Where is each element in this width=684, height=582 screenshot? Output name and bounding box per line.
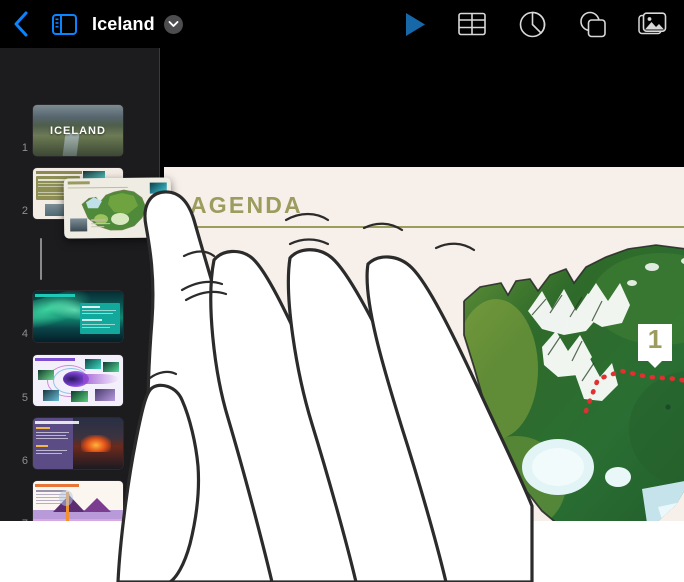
thumbnail-image	[33, 355, 123, 406]
map-marker-1[interactable]: 1	[638, 324, 672, 368]
slide-drop-indicator	[40, 238, 42, 280]
thumbnail-title: ICELAND	[50, 124, 106, 137]
current-slide[interactable]: AGENDA 1	[164, 167, 684, 521]
chevron-left-icon	[14, 11, 28, 37]
slide-number: 2	[21, 205, 28, 217]
document-title[interactable]: Iceland	[92, 0, 155, 48]
navigator-slide-5[interactable]: 5	[0, 355, 160, 418]
slide-thumbnail[interactable]	[33, 355, 123, 406]
thumbnail-image: ICELAND	[33, 105, 123, 156]
slide-title-rule	[191, 226, 684, 228]
chart-button[interactable]	[502, 0, 562, 48]
slide-thumbnail[interactable]	[33, 481, 123, 521]
navigator-slide-1[interactable]: 1 ICELAND	[0, 105, 160, 168]
table-grid-icon	[458, 12, 486, 36]
pie-chart-icon	[519, 11, 545, 37]
play-triangle-icon	[405, 12, 425, 36]
play-button[interactable]	[388, 0, 442, 48]
thumbnail-image	[33, 291, 123, 342]
marker-label: 1	[647, 324, 663, 354]
slide-number: 6	[21, 455, 28, 467]
keynote-app-window: Iceland 1 ICELAND 2 4 5 6 AGENDA 1	[0, 0, 684, 521]
back-button[interactable]	[0, 0, 42, 48]
table-button[interactable]	[442, 0, 502, 48]
media-photos-icon	[638, 12, 667, 35]
slide-number: 5	[21, 392, 28, 404]
shapes-icon	[580, 11, 606, 37]
slide-thumbnail[interactable]: ICELAND	[33, 105, 123, 156]
top-toolbar: Iceland	[0, 0, 684, 48]
thumbnail-image	[33, 418, 123, 469]
thumbnail-image	[33, 481, 123, 521]
chevron-down-icon	[168, 21, 179, 27]
toolbar-right-group	[388, 0, 684, 48]
navigator-slide-4[interactable]: 4	[0, 291, 160, 354]
screenshot-root: Iceland 1 ICELAND 2 4 5 6 AGENDA 1	[0, 0, 684, 582]
slide-number: 4	[21, 328, 28, 340]
slide-canvas[interactable]: AGENDA 1	[160, 48, 684, 521]
slide-thumbnail[interactable]	[33, 418, 123, 469]
sidebar-toggle-button[interactable]	[42, 0, 86, 48]
navigator-slide-7[interactable]: 7	[0, 481, 160, 521]
media-button[interactable]	[622, 0, 684, 48]
slide-thumbnail[interactable]	[33, 291, 123, 342]
dragged-slide-thumbnail[interactable]	[63, 177, 172, 239]
toolbar-left-group: Iceland	[0, 0, 183, 48]
slide-navigator[interactable]: 1 ICELAND 2 4 5 6	[0, 48, 160, 521]
slide-number: 1	[21, 142, 28, 154]
iceland-satellite-map: 1 3	[446, 239, 684, 521]
document-options-button[interactable]	[163, 14, 183, 34]
shape-button[interactable]	[562, 0, 622, 48]
slide-title: AGENDA	[190, 192, 303, 218]
navigator-slide-6[interactable]: 6	[0, 418, 160, 481]
sidebar-panel-icon	[51, 13, 77, 35]
slide-number: 7	[14, 518, 28, 521]
